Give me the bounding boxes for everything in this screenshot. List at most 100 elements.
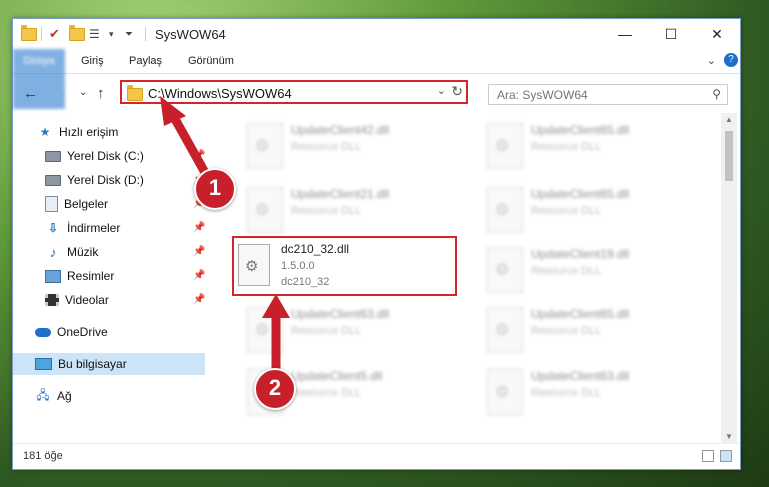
file-name: UpdateClient65.dll bbox=[531, 187, 630, 201]
view-options-icon[interactable]: ☰ bbox=[89, 26, 100, 42]
refresh-icon[interactable]: ↻ bbox=[451, 83, 463, 100]
sep-1 bbox=[41, 26, 42, 42]
ribbon-expand-icon[interactable]: ⌄ bbox=[707, 54, 716, 67]
file-item[interactable]: UpdateClient63.dll Resource DLL bbox=[243, 303, 463, 363]
sidebar-item-label: Hızlı erişim bbox=[59, 125, 119, 139]
window-folder-icon bbox=[21, 24, 37, 42]
sidebar-item-network[interactable]: 🖧 Ağ bbox=[35, 385, 72, 407]
sidebar-item-videos[interactable]: Videolar bbox=[45, 289, 109, 311]
file-description: Resource DLL bbox=[531, 325, 602, 337]
sidebar-item-label: Videolar bbox=[65, 293, 109, 307]
dll-file-icon bbox=[247, 187, 283, 233]
forward-button[interactable]: → bbox=[53, 85, 68, 102]
disk-icon bbox=[45, 174, 61, 186]
large-icons-view-icon[interactable] bbox=[720, 450, 732, 462]
file-item[interactable]: UpdateClient19.dll Resource DLL bbox=[483, 243, 703, 303]
recent-locations-button[interactable]: ⌄ bbox=[79, 87, 87, 98]
highlighted-file-item[interactable]: ⚙ dc210_32.dll 1.5.0.0 dc210_32 bbox=[232, 236, 457, 296]
sidebar-item-label: Müzik bbox=[67, 245, 99, 259]
sidebar-item-downloads[interactable]: ⇩ İndirmeler bbox=[45, 217, 120, 239]
step-2-badge: 2 bbox=[254, 368, 296, 410]
file-name: UpdateClient21.dll bbox=[291, 187, 390, 201]
maximize-button[interactable]: ☐ bbox=[648, 19, 694, 49]
pin-icon[interactable]: 📌 bbox=[193, 294, 205, 305]
tab-share[interactable]: Paylaş bbox=[119, 49, 172, 73]
sidebar-item-label: Bu bilgisayar bbox=[58, 357, 127, 371]
sidebar-item-label: Ağ bbox=[57, 389, 72, 403]
scroll-down-icon[interactable]: ▼ bbox=[725, 432, 733, 441]
file-description: Resource DLL bbox=[291, 387, 362, 399]
sidebar-item-label: Yerel Disk (C:) bbox=[67, 149, 144, 163]
dll-file-icon bbox=[247, 307, 283, 353]
disk-icon bbox=[45, 150, 61, 162]
up-button[interactable]: ↑ bbox=[97, 85, 105, 102]
tab-view[interactable]: Görünüm bbox=[178, 49, 244, 73]
scroll-thumb[interactable] bbox=[725, 131, 733, 181]
title-bar: ✔ ☰ ▾ ⏷ SysWOW64 — ☐ ✕ bbox=[13, 19, 740, 49]
file-name: UpdateClient65.dll bbox=[531, 307, 630, 321]
pin-icon[interactable]: 📌 bbox=[193, 150, 205, 161]
sidebar-item-this-pc[interactable]: Bu bilgisayar bbox=[13, 353, 205, 375]
sidebar-item-documents[interactable]: Belgeler bbox=[45, 193, 108, 215]
details-view-icon[interactable] bbox=[702, 450, 714, 462]
pin-icon[interactable]: 📌 bbox=[193, 270, 205, 281]
search-icon[interactable]: ⚲ bbox=[712, 87, 721, 101]
sidebar-item-quick-access[interactable]: ★ Hızlı erişim bbox=[37, 121, 119, 143]
help-icon[interactable]: ? bbox=[724, 53, 738, 67]
pin-icon[interactable]: 📌 bbox=[193, 222, 205, 233]
file-item[interactable]: UpdateClient65.dll Resource DLL bbox=[483, 303, 703, 363]
navigation-pane: ★ Hızlı erişim Yerel Disk (C:) 📌 Yerel D… bbox=[13, 113, 206, 443]
dll-file-icon bbox=[487, 307, 523, 353]
dll-file-icon bbox=[487, 187, 523, 233]
address-bar[interactable]: C:\Windows\SysWOW64 ⌄ ↻ bbox=[120, 80, 468, 104]
file-item[interactable]: UpdateClient63.dll Resource DLL bbox=[483, 365, 703, 425]
download-icon: ⇩ bbox=[47, 221, 59, 235]
file-item[interactable]: UpdateClient65.dll Resource DLL bbox=[483, 119, 703, 179]
cloud-icon bbox=[35, 327, 51, 337]
sidebar-item-music[interactable]: ♪ Müzik bbox=[45, 241, 99, 263]
back-button[interactable]: ← bbox=[23, 85, 38, 102]
new-folder-icon[interactable] bbox=[69, 24, 85, 42]
customize-toolbar-icon[interactable]: ⏷ bbox=[125, 26, 133, 42]
star-icon: ★ bbox=[39, 125, 51, 139]
network-icon: 🖧 bbox=[36, 387, 50, 402]
folder-icon bbox=[127, 85, 143, 101]
item-count: 181 öğe bbox=[23, 450, 63, 462]
file-description: Resource DLL bbox=[531, 265, 602, 277]
search-input[interactable] bbox=[495, 87, 699, 103]
sidebar-item-label: Resimler bbox=[67, 269, 115, 283]
dll-file-icon bbox=[487, 247, 523, 293]
file-name: UpdateClient42.dll bbox=[291, 123, 390, 137]
sidebar-item-pictures[interactable]: Resimler bbox=[45, 265, 114, 287]
file-description: Resource DLL bbox=[531, 141, 602, 153]
file-description: Resource DLL bbox=[531, 205, 602, 217]
sidebar-item-disk-c[interactable]: Yerel Disk (C:) bbox=[45, 145, 144, 167]
close-button[interactable]: ✕ bbox=[694, 19, 740, 49]
sidebar-item-label: Yerel Disk (D:) bbox=[67, 173, 144, 187]
file-name: dc210_32.dll bbox=[281, 242, 350, 256]
search-box[interactable]: ⚲ bbox=[488, 84, 728, 105]
pin-icon[interactable]: 📌 bbox=[193, 246, 205, 257]
properties-icon[interactable]: ✔ bbox=[49, 26, 60, 42]
file-name: UpdateClient65.dll bbox=[531, 123, 630, 137]
scroll-up-icon[interactable]: ▲ bbox=[725, 115, 733, 124]
tab-home[interactable]: Giriş bbox=[71, 49, 114, 73]
file-item[interactable]: UpdateClient42.dll Resource DLL bbox=[243, 119, 463, 179]
ribbon-tabs: Dosya Giriş Paylaş Görünüm ⌄ ? bbox=[13, 49, 740, 109]
file-version: 1.5.0.0 bbox=[281, 260, 315, 272]
file-item[interactable]: UpdateClient21.dll Resource DLL bbox=[243, 183, 463, 243]
music-icon: ♪ bbox=[49, 244, 57, 260]
videos-icon bbox=[45, 294, 59, 306]
file-name: UpdateClient19.dll bbox=[531, 247, 630, 261]
file-item[interactable]: UpdateClient65.dll Resource DLL bbox=[483, 183, 703, 243]
vertical-scrollbar[interactable]: ▲ ▼ bbox=[721, 113, 737, 443]
sidebar-item-onedrive[interactable]: OneDrive bbox=[35, 321, 108, 343]
sidebar-item-disk-d[interactable]: Yerel Disk (D:) bbox=[45, 169, 144, 191]
file-name: UpdateClient63.dll bbox=[531, 369, 630, 383]
sidebar-item-label: OneDrive bbox=[57, 325, 108, 339]
chevron-down-icon[interactable]: ⌄ bbox=[437, 84, 446, 97]
chevron-down-icon[interactable]: ▾ bbox=[109, 26, 114, 42]
dll-file-icon bbox=[487, 123, 523, 169]
minimize-button[interactable]: — bbox=[602, 19, 648, 49]
sidebar-item-label: İndirmeler bbox=[67, 221, 121, 235]
